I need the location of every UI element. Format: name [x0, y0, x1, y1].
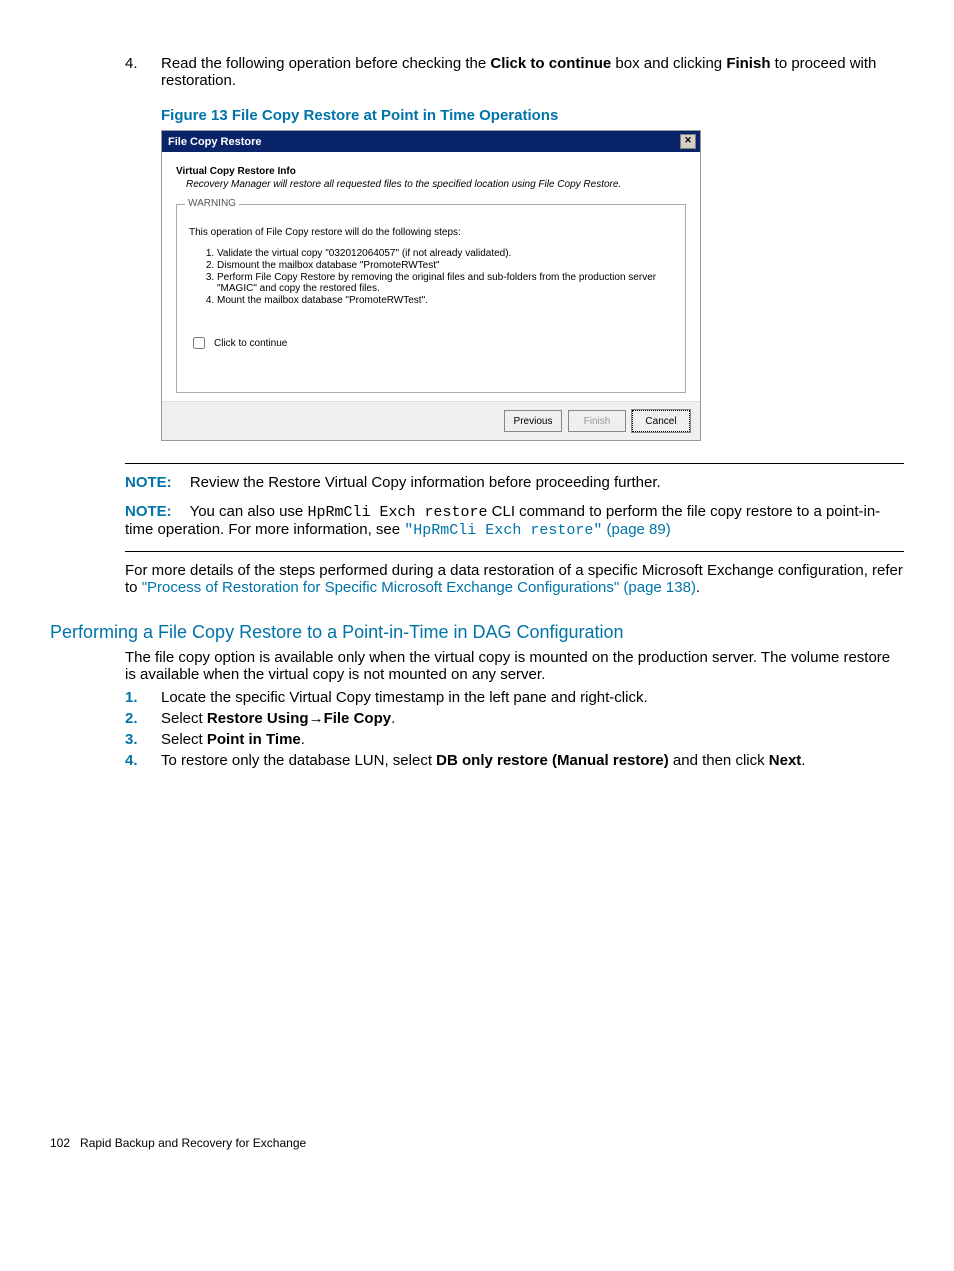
warning-step-4: Mount the mailbox database "PromoteRWTes… — [217, 295, 673, 306]
step-4-text-mid: box and clicking — [611, 55, 726, 72]
detail-paragraph: For more details of the steps performed … — [125, 562, 904, 596]
note-1: NOTE: Review the Restore Virtual Copy in… — [125, 474, 904, 491]
step-4-number: 4. — [125, 55, 161, 89]
dialog-button-bar: Previous Finish Cancel — [162, 401, 700, 440]
dag-step-4: 4. To restore only the database LUN, sel… — [125, 752, 904, 769]
dag-step-2-num: 2. — [125, 710, 161, 727]
dag-step-2: 2. Select Restore Using→File Copy. — [125, 710, 904, 727]
note-2: NOTE: You can also use HpRmCli Exch rest… — [125, 503, 904, 539]
click-to-continue-checkbox[interactable] — [193, 337, 205, 349]
note-2-label: NOTE: — [125, 503, 172, 520]
dag-step-1: 1. Locate the specific Virtual Copy time… — [125, 689, 904, 706]
dag-step-4-db-only: DB only restore (Manual restore) — [436, 752, 669, 769]
dag-step-3-num: 3. — [125, 731, 161, 748]
note-1-text: Review the Restore Virtual Copy informat… — [190, 474, 661, 491]
detail-post: . — [696, 579, 700, 596]
step-4-bold-finish: Finish — [726, 55, 770, 72]
dag-step-2-post: . — [391, 710, 395, 727]
page-footer: 102 Rapid Backup and Recovery for Exchan… — [50, 1136, 306, 1150]
dag-step-2-pre: Select — [161, 710, 207, 727]
dag-step-2-arrow: → — [309, 710, 324, 727]
warning-legend: WARNING — [185, 198, 239, 209]
step-4-bold-continue: Click to continue — [490, 55, 611, 72]
dag-step-1-num: 1. — [125, 689, 161, 706]
dag-step-3: 3. Select Point in Time. — [125, 731, 904, 748]
note-2-cmd: HpRmCli Exch restore — [307, 504, 487, 521]
warning-step-1: Validate the virtual copy "032012064057"… — [217, 248, 673, 259]
step-4-item: 4. Read the following operation before c… — [125, 55, 904, 89]
file-copy-restore-dialog: File Copy Restore ✕ Virtual Copy Restore… — [161, 130, 701, 441]
warning-step-3: Perform File Copy Restore by removing th… — [217, 272, 673, 294]
dag-step-1-text: Locate the specific Virtual Copy timesta… — [161, 689, 904, 706]
virtual-copy-info-title: Virtual Copy Restore Info — [176, 166, 686, 177]
close-icon[interactable]: ✕ — [680, 134, 696, 149]
warning-step-2: Dismount the mailbox database "PromoteRW… — [217, 260, 673, 271]
virtual-copy-info-text: Recovery Manager will restore all reques… — [176, 179, 686, 190]
warning-intro: This operation of File Copy restore will… — [189, 227, 673, 238]
section-intro: The file copy option is available only w… — [125, 649, 904, 683]
step-4-text-pre: Read the following operation before chec… — [161, 55, 490, 72]
dag-step-4-pre: To restore only the database LUN, select — [161, 752, 436, 769]
warning-fieldset: WARNING This operation of File Copy rest… — [176, 204, 686, 393]
chapter-title: Rapid Backup and Recovery for Exchange — [80, 1136, 306, 1150]
page-number: 102 — [50, 1136, 70, 1150]
step-4-body: Read the following operation before chec… — [161, 55, 904, 89]
dag-step-3-post: . — [301, 731, 305, 748]
dag-step-4-mid: and then click — [669, 752, 769, 769]
dag-step-4-next: Next — [769, 752, 802, 769]
dialog-title: File Copy Restore — [168, 136, 262, 148]
note-2-pre: You can also use — [190, 503, 308, 520]
previous-button[interactable]: Previous — [504, 410, 562, 432]
dag-step-4-num: 4. — [125, 752, 161, 769]
cancel-button[interactable]: Cancel — [632, 410, 690, 432]
dag-step-3-point-in-time: Point in Time — [207, 731, 301, 748]
note-1-label: NOTE: — [125, 474, 172, 491]
dag-step-4-post: . — [801, 752, 805, 769]
finish-button[interactable]: Finish — [568, 410, 626, 432]
section-heading-dag: Performing a File Copy Restore to a Poin… — [50, 622, 904, 643]
note-2-link-cmd[interactable]: "HpRmCli Exch restore" — [404, 522, 602, 539]
detail-link[interactable]: "Process of Restoration for Specific Mic… — [142, 579, 696, 596]
dialog-titlebar: File Copy Restore ✕ — [162, 131, 700, 152]
warning-steps-list: Validate the virtual copy "032012064057"… — [217, 248, 673, 306]
dag-step-3-pre: Select — [161, 731, 207, 748]
dag-step-2-file-copy: File Copy — [324, 710, 392, 727]
note-2-link-page[interactable]: (page 89) — [602, 521, 670, 538]
click-to-continue-label: Click to continue — [214, 338, 287, 349]
dag-step-2-restore-using: Restore Using — [207, 710, 309, 727]
figure-13-caption: Figure 13 File Copy Restore at Point in … — [161, 107, 904, 124]
